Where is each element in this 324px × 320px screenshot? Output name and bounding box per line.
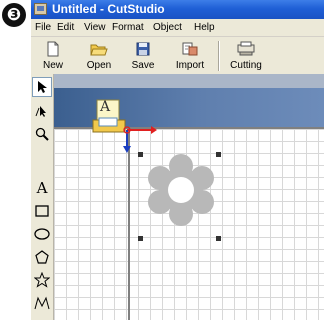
save-label: Save: [131, 60, 155, 71]
open-button[interactable]: Open: [79, 39, 119, 73]
window-title: Untitled - CutStudio: [52, 2, 165, 16]
new-label: New: [42, 60, 63, 71]
rectangle-tool[interactable]: [32, 201, 52, 221]
image-letter-label: A: [100, 99, 111, 115]
import-icon: [182, 42, 198, 56]
zoom-tool[interactable]: [32, 124, 52, 144]
cutstudio-window: Untitled - CutStudio File Edit View Form…: [31, 0, 324, 320]
menu-object[interactable]: Object: [153, 21, 182, 34]
selection-handle-bottom-right[interactable]: [216, 236, 221, 241]
text-tool-icon: A: [36, 179, 48, 197]
ellipse-tool-icon: [34, 228, 50, 240]
import-button[interactable]: Import: [168, 39, 212, 73]
menu-bar: File Edit View Format Object Help: [31, 19, 324, 36]
ellipse-tool[interactable]: [32, 224, 52, 244]
toolbar-separator: [218, 41, 220, 71]
pentagon-tool[interactable]: [32, 247, 52, 267]
cutting-button[interactable]: Cutting: [225, 39, 267, 73]
title-bar: Untitled - CutStudio: [31, 0, 324, 19]
text-tool[interactable]: A: [32, 178, 52, 198]
star-tool-icon: [34, 272, 50, 288]
freehand-tool[interactable]: [32, 293, 52, 313]
new-button[interactable]: New: [35, 39, 71, 73]
menu-view[interactable]: View: [84, 21, 106, 34]
rectangle-tool-icon: [35, 205, 49, 217]
selection-handle-top-left[interactable]: [138, 152, 143, 157]
zoom-magnifier-icon: [35, 127, 49, 141]
selection-handle-bottom-left[interactable]: [138, 236, 143, 241]
node-edit-tool[interactable]: [32, 101, 52, 121]
cutting-label: Cutting: [230, 60, 262, 71]
flower-shape[interactable]: [141, 150, 221, 230]
menu-file[interactable]: File: [35, 21, 51, 34]
menu-format[interactable]: Format: [112, 21, 144, 34]
open-folder-icon: [90, 44, 108, 56]
new-document-icon: [47, 41, 59, 57]
node-edit-icon: [35, 106, 46, 117]
select-tool[interactable]: [32, 77, 52, 97]
floppy-disk-icon: [136, 42, 150, 56]
main-toolbar: New Open Save Import Cutting: [31, 36, 324, 75]
open-label: Open: [86, 60, 112, 71]
tool-palette: A: [31, 74, 54, 320]
app-icon: [34, 3, 47, 15]
import-label: Import: [175, 60, 205, 71]
step-number-badge: ❸: [2, 3, 26, 27]
menu-help[interactable]: Help: [194, 21, 215, 34]
cutting-icon: [237, 41, 255, 56]
menu-edit[interactable]: Edit: [57, 21, 74, 34]
freehand-tool-icon: [34, 296, 50, 310]
pentagon-tool-icon: [35, 250, 49, 264]
selection-handle-top-right[interactable]: [216, 152, 221, 157]
star-tool[interactable]: [32, 270, 52, 290]
select-arrow-icon: [38, 81, 47, 93]
save-button[interactable]: Save: [123, 39, 163, 73]
top-ruler: [54, 74, 324, 88]
